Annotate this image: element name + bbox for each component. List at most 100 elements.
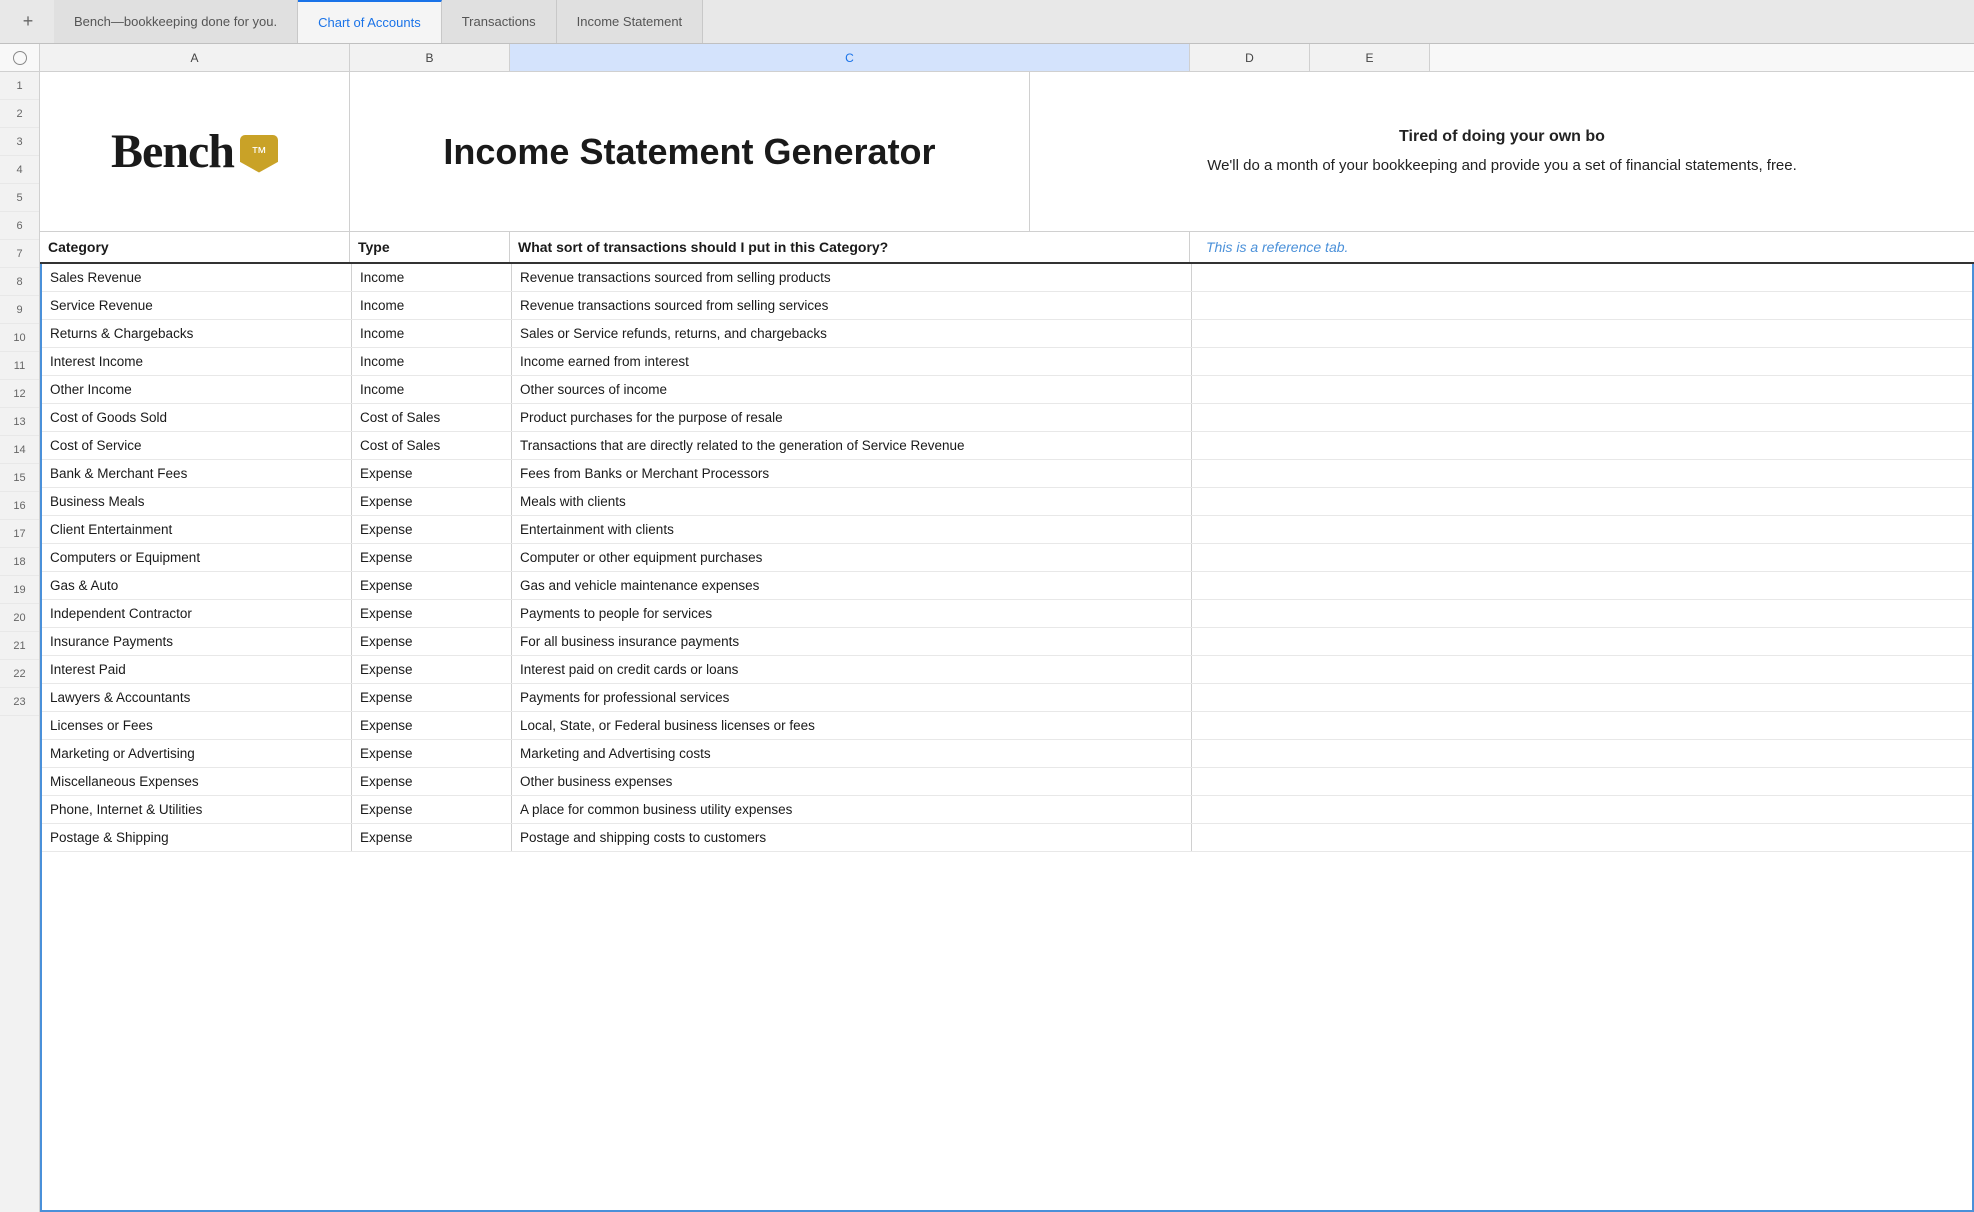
spreadsheet-body: 1 2 34567891011121314151617181920212223 … xyxy=(0,72,1974,1212)
row-num-13: 13 xyxy=(0,408,39,436)
cell-type: Cost of Sales xyxy=(352,432,512,459)
table-row[interactable]: Sales RevenueIncomeRevenue transactions … xyxy=(42,264,1972,292)
cell-description: For all business insurance payments xyxy=(512,628,1192,655)
cell-category: Interest Income xyxy=(42,348,352,375)
cell-extra xyxy=(1192,376,1972,403)
cell-description: Product purchases for the purpose of res… xyxy=(512,404,1192,431)
table-row[interactable]: Gas & AutoExpenseGas and vehicle mainten… xyxy=(42,572,1972,600)
cell-category: Marketing or Advertising xyxy=(42,740,352,767)
cell-description: Revenue transactions sourced from sellin… xyxy=(512,292,1192,319)
cell-type: Cost of Sales xyxy=(352,404,512,431)
table-row[interactable]: Phone, Internet & UtilitiesExpenseA plac… xyxy=(42,796,1972,824)
table-row[interactable]: Client EntertainmentExpenseEntertainment… xyxy=(42,516,1972,544)
cell-category: Cost of Service xyxy=(42,432,352,459)
logo-cell: Bench ™ xyxy=(40,72,350,231)
table-row[interactable]: Lawyers & AccountantsExpensePayments for… xyxy=(42,684,1972,712)
col-header-c[interactable]: C xyxy=(510,44,1190,71)
promo-body: We'll do a month of your bookkeeping and… xyxy=(1207,157,1797,174)
cell-extra xyxy=(1192,404,1972,431)
tab-chart[interactable]: Chart of Accounts xyxy=(298,0,442,43)
row-num-22: 22 xyxy=(0,660,39,688)
cell-description: Revenue transactions sourced from sellin… xyxy=(512,264,1192,291)
col-header-a[interactable]: A xyxy=(40,44,350,71)
table-row[interactable]: Licenses or FeesExpenseLocal, State, or … xyxy=(42,712,1972,740)
table-row[interactable]: Interest PaidExpenseInterest paid on cre… xyxy=(42,656,1972,684)
cell-type: Expense xyxy=(352,628,512,655)
table-row[interactable]: Service RevenueIncomeRevenue transaction… xyxy=(42,292,1972,320)
reference-label: This is a reference tab. xyxy=(1190,232,1974,262)
main-title: Income Statement Generator xyxy=(443,131,935,173)
tab-transactions[interactable]: Transactions xyxy=(442,0,557,43)
tab-income[interactable]: Income Statement xyxy=(557,0,704,43)
row-num-4: 4 xyxy=(0,156,39,184)
row-num-11: 11 xyxy=(0,352,39,380)
cell-type: Income xyxy=(352,348,512,375)
spreadsheet-container: A B C D E 1 2 34567891011121314151617181… xyxy=(0,44,1974,1212)
cell-description: Meals with clients xyxy=(512,488,1192,515)
row-num-23: 23 xyxy=(0,688,39,716)
table-row[interactable]: Miscellaneous ExpensesExpenseOther busin… xyxy=(42,768,1972,796)
cell-category: Miscellaneous Expenses xyxy=(42,768,352,795)
cell-type: Expense xyxy=(352,544,512,571)
row-num-10: 10 xyxy=(0,324,39,352)
col-header-d[interactable]: D xyxy=(1190,44,1310,71)
cell-category: Other Income xyxy=(42,376,352,403)
cell-extra xyxy=(1192,348,1972,375)
col-header-e[interactable]: E xyxy=(1310,44,1430,71)
bench-logo: Bench ™ xyxy=(111,124,278,179)
cell-description: Payments to people for services xyxy=(512,600,1192,627)
main-content: Bench ™ Income Statement Generator Tired… xyxy=(40,72,1974,1212)
cell-type: Expense xyxy=(352,796,512,823)
cell-description: Other business expenses xyxy=(512,768,1192,795)
new-tab-button[interactable]: + xyxy=(10,11,46,32)
cell-category: Cost of Goods Sold xyxy=(42,404,352,431)
cell-description: Payments for professional services xyxy=(512,684,1192,711)
table-row[interactable]: Other IncomeIncomeOther sources of incom… xyxy=(42,376,1972,404)
cell-extra xyxy=(1192,712,1972,739)
table-row[interactable]: Business MealsExpenseMeals with clients xyxy=(42,488,1972,516)
tab-bench[interactable]: Bench—bookkeeping done for you. xyxy=(54,0,298,43)
cell-category: Postage & Shipping xyxy=(42,824,352,851)
cell-category: Sales Revenue xyxy=(42,264,352,291)
row-num-16: 16 xyxy=(0,492,39,520)
table-row[interactable]: Computers or EquipmentExpenseComputer or… xyxy=(42,544,1972,572)
cell-extra xyxy=(1192,684,1972,711)
cell-extra xyxy=(1192,656,1972,683)
row-num-12: 12 xyxy=(0,380,39,408)
col-header-b[interactable]: B xyxy=(350,44,510,71)
cell-description: A place for common business utility expe… xyxy=(512,796,1192,823)
table-row[interactable]: Cost of Goods SoldCost of SalesProduct p… xyxy=(42,404,1972,432)
row-num-9: 9 xyxy=(0,296,39,324)
cell-category: Computers or Equipment xyxy=(42,544,352,571)
title-cell: Income Statement Generator xyxy=(350,72,1030,231)
cell-description: Transactions that are directly related t… xyxy=(512,432,1192,459)
table-row[interactable]: Postage & ShippingExpensePostage and shi… xyxy=(42,824,1972,852)
cell-extra xyxy=(1192,600,1972,627)
row-num-20: 20 xyxy=(0,604,39,632)
promo-text: Tired of doing your own bo We'll do a mo… xyxy=(1207,125,1797,178)
cell-extra xyxy=(1192,264,1972,291)
table-row[interactable]: Insurance PaymentsExpenseFor all busines… xyxy=(42,628,1972,656)
cell-category: Independent Contractor xyxy=(42,600,352,627)
table-row[interactable]: Interest IncomeIncomeIncome earned from … xyxy=(42,348,1972,376)
cell-extra xyxy=(1192,544,1972,571)
cell-type: Income xyxy=(352,320,512,347)
table-row[interactable]: Bank & Merchant FeesExpenseFees from Ban… xyxy=(42,460,1972,488)
cell-category: Licenses or Fees xyxy=(42,712,352,739)
cell-extra xyxy=(1192,292,1972,319)
table-row[interactable]: Independent ContractorExpensePayments to… xyxy=(42,600,1972,628)
table-row[interactable]: Marketing or AdvertisingExpenseMarketing… xyxy=(42,740,1972,768)
row-num-1: 1 xyxy=(0,72,39,100)
table-row[interactable]: Returns & ChargebacksIncomeSales or Serv… xyxy=(42,320,1972,348)
cell-description: Income earned from interest xyxy=(512,348,1192,375)
promo-bold: Tired of doing your own bo xyxy=(1207,125,1797,149)
cell-extra xyxy=(1192,320,1972,347)
cell-extra xyxy=(1192,768,1972,795)
row-num-18: 18 xyxy=(0,548,39,576)
cell-type: Expense xyxy=(352,572,512,599)
row-num-21: 21 xyxy=(0,632,39,660)
cell-category: Bank & Merchant Fees xyxy=(42,460,352,487)
row-num-14: 14 xyxy=(0,436,39,464)
table-row[interactable]: Cost of ServiceCost of SalesTransactions… xyxy=(42,432,1972,460)
cell-description: Sales or Service refunds, returns, and c… xyxy=(512,320,1192,347)
